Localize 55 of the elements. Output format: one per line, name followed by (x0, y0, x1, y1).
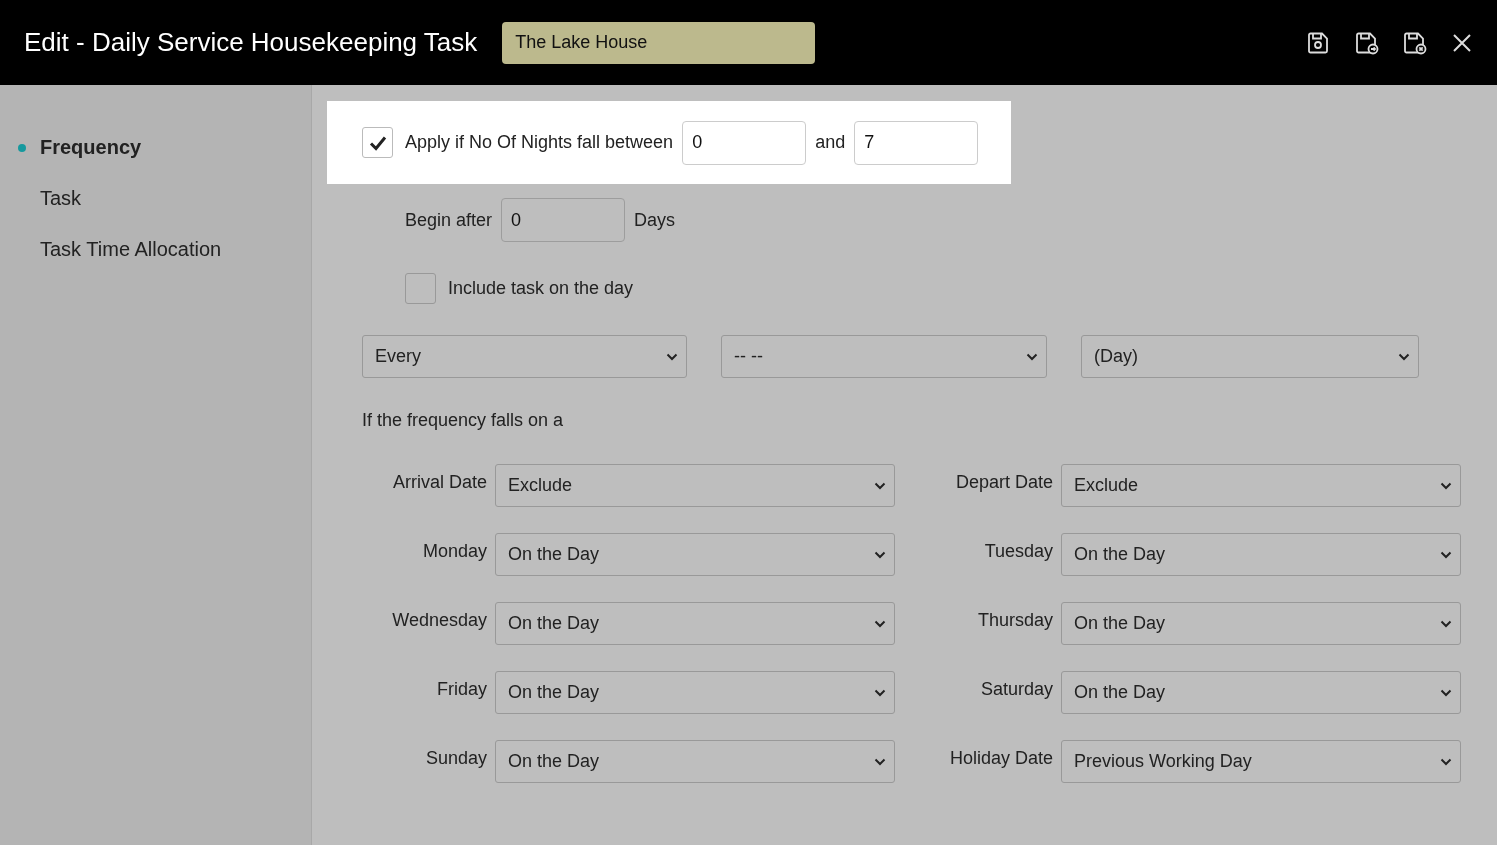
caret-icon (874, 619, 886, 628)
active-dot (18, 143, 26, 152)
dropdown[interactable]: On the Day (495, 740, 895, 783)
nights-to-field[interactable]: 7 (854, 120, 979, 165)
dropdown[interactable]: Exclude (1061, 464, 1461, 507)
begin-after-field[interactable]: 0 (501, 198, 626, 242)
caret-icon (874, 481, 886, 490)
caret-icon (1026, 352, 1038, 361)
caret-icon (1440, 688, 1452, 697)
rule-label: Depart Date (954, 471, 1053, 493)
dropdown[interactable]: On the Day (495, 671, 895, 714)
rule-label: Monday (421, 540, 487, 562)
caret-icon (874, 550, 886, 559)
sidebar-item[interactable]: Task Time Allocation (40, 238, 222, 261)
sidebar-item[interactable]: Frequency (40, 136, 142, 159)
caret-icon (666, 352, 678, 361)
rule-label: Saturday (979, 678, 1053, 700)
and-label: and (815, 132, 846, 153)
rule-label: Tuesday (983, 540, 1053, 562)
dropdown[interactable]: On the Day (1061, 533, 1461, 576)
checkbox[interactable] (405, 273, 436, 304)
caret-icon (1440, 550, 1452, 559)
dropdown[interactable]: On the Day (1061, 671, 1461, 714)
checkmark-icon (368, 134, 387, 151)
frequency-heading: If the frequency falls on a (362, 410, 565, 431)
dropdown[interactable]: -- -- (721, 335, 1047, 378)
dropdown[interactable]: On the Day (1061, 602, 1461, 645)
include-task-label: Include task on the day (448, 278, 634, 299)
rule-label: Holiday Date (948, 747, 1053, 769)
caret-icon (874, 688, 886, 697)
rule-label: Friday (436, 678, 487, 700)
nights-from-field[interactable]: 0 (682, 120, 807, 165)
rule-label: Wednesday (391, 609, 487, 631)
dropdown[interactable]: Previous Working Day (1061, 740, 1461, 783)
rule-label: Sunday (424, 747, 487, 769)
caret-icon (1440, 619, 1452, 628)
dropdown[interactable]: Every (362, 335, 687, 378)
caret-icon (1398, 352, 1410, 361)
dropdown[interactable]: On the Day (495, 602, 895, 645)
rule-label: Arrival Date (391, 471, 487, 493)
checkbox[interactable] (362, 127, 393, 158)
dropdown[interactable]: On the Day (495, 533, 895, 576)
close-icon[interactable] (1451, 31, 1473, 54)
caret-icon (874, 757, 886, 766)
caret-icon (1440, 481, 1452, 490)
days-label: Days (634, 209, 676, 231)
dropdown[interactable]: Exclude (495, 464, 895, 507)
begin-after-label: Begin after (405, 209, 493, 231)
property-field: The Lake House (502, 21, 816, 64)
caret-icon (1440, 757, 1452, 766)
sidebar-item[interactable]: Task (40, 187, 82, 210)
dialog-title: Edit - Daily Service Housekeeping Task (24, 27, 478, 58)
rule-label: Thursday (976, 609, 1053, 631)
dropdown[interactable]: (Day) (1081, 335, 1419, 378)
nights-label: Apply if No Of Nights fall between (405, 132, 674, 153)
